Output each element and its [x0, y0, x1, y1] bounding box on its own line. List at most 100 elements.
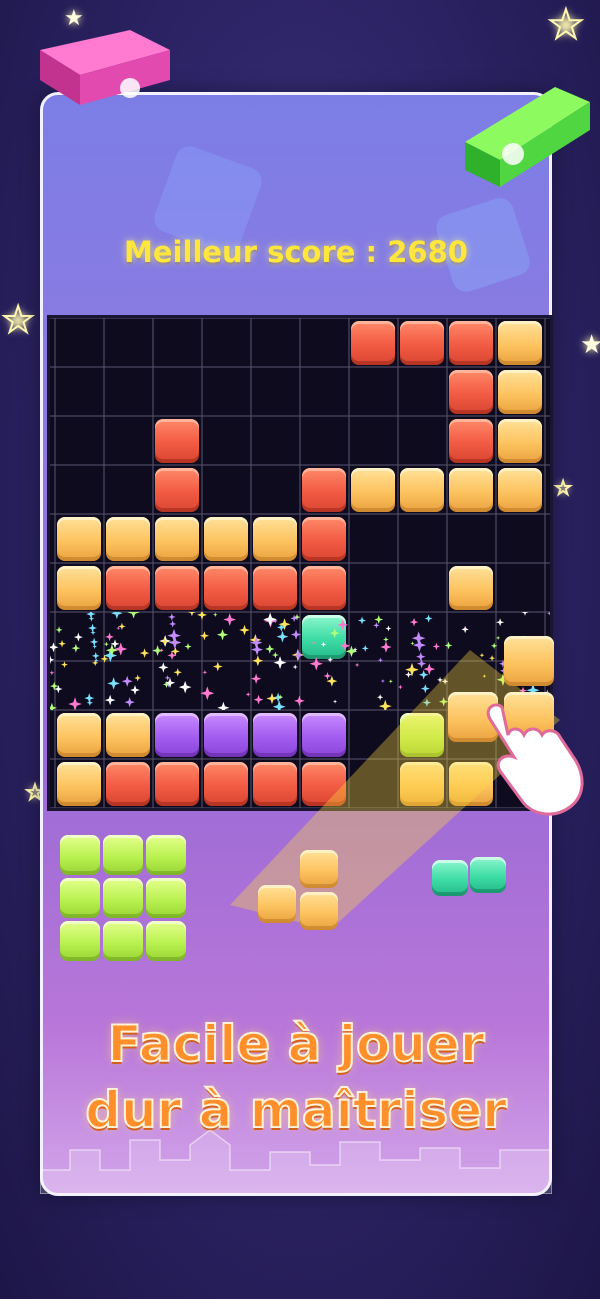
- sparkle: [199, 631, 210, 641]
- green-block-icon: [465, 87, 590, 187]
- sparkle: [263, 612, 277, 627]
- star-icon: ★: [554, 477, 572, 500]
- piece-lime-tile[interactable]: [146, 835, 186, 875]
- sparkle: [55, 626, 63, 634]
- board-tile-purple: [253, 713, 297, 757]
- sparkle: [184, 642, 192, 651]
- sparkle: [273, 656, 287, 670]
- piece-teal-tile[interactable]: [470, 857, 506, 893]
- sparkle: [354, 662, 360, 668]
- board-tile-red: [106, 762, 150, 806]
- board-tile-orange: [498, 321, 542, 365]
- board-tile-orange: [351, 468, 395, 512]
- sparkle: [90, 629, 96, 636]
- board-tile-red: [155, 419, 199, 463]
- board-tile-orange: [204, 517, 248, 561]
- board-tile-red: [204, 566, 248, 610]
- sparkle: [50, 655, 55, 665]
- sparkle: [124, 697, 135, 708]
- sparkle: [496, 618, 505, 627]
- piece-teal-tile[interactable]: [432, 860, 468, 896]
- board-tile-red: [449, 370, 493, 414]
- board-tile-red: [351, 321, 395, 365]
- sparkle: [374, 615, 384, 624]
- sparkle: [217, 701, 230, 710]
- piece-orange-tile[interactable]: [300, 892, 338, 930]
- piece-lime-tile[interactable]: [103, 835, 143, 875]
- sparkle: [547, 612, 550, 616]
- piece-orange-tile[interactable]: [258, 885, 296, 923]
- slogan-line-1: Facile à jouer: [106, 1014, 485, 1074]
- sparkle: [323, 671, 332, 680]
- sparkle: [197, 612, 208, 620]
- sparkle: [58, 639, 66, 648]
- sparkle: [420, 684, 430, 694]
- board-tile-orange: [57, 517, 101, 561]
- sparkle: [380, 641, 392, 653]
- sparkle: [416, 651, 426, 662]
- sparkle: [388, 679, 393, 684]
- sparkle: [223, 613, 237, 626]
- sparkle: [272, 700, 286, 710]
- sparkle: [121, 675, 133, 687]
- board-tile-orange: [57, 566, 101, 610]
- sparkle: [88, 615, 95, 622]
- sparkle: [239, 624, 250, 636]
- star-icon: ★: [580, 330, 600, 360]
- board-tile-purple: [204, 713, 248, 757]
- piece-lime-tile[interactable]: [146, 921, 186, 961]
- board-tile-red: [302, 517, 346, 561]
- board-tile-red: [302, 762, 346, 806]
- piece-lime-tile[interactable]: [60, 835, 100, 875]
- sparkle: [327, 656, 334, 663]
- sparkle: [294, 695, 305, 707]
- sparkle: [178, 680, 192, 694]
- piece-lime-tile[interactable]: [103, 921, 143, 961]
- board-tile-red: [253, 566, 297, 610]
- board-tile-red: [204, 762, 248, 806]
- sparkle: [88, 623, 97, 633]
- sparkle: [139, 648, 150, 658]
- sparkle: [252, 655, 264, 667]
- board-tile-red: [302, 468, 346, 512]
- sparkle: [104, 694, 116, 706]
- sparkle: [337, 619, 349, 631]
- piece-lime-tile[interactable]: [146, 878, 186, 918]
- sparkle: [292, 664, 298, 670]
- sparkle: [92, 644, 98, 649]
- piece-lime-tile[interactable]: [103, 878, 143, 918]
- sparkle: [61, 661, 68, 669]
- piece-lime-tile[interactable]: [60, 878, 100, 918]
- sparkle: [398, 684, 403, 690]
- board-tile-orange: [400, 468, 444, 512]
- star-icon: ★: [547, 1, 585, 49]
- sparkle: [168, 613, 176, 621]
- sparkle: [461, 625, 469, 634]
- piece-lime-tile[interactable]: [60, 921, 100, 961]
- sparkle: [377, 657, 383, 663]
- sparkle: [68, 697, 82, 710]
- piece-orange-tile[interactable]: [300, 850, 338, 888]
- sparkle: [168, 635, 182, 650]
- board-tile-red: [155, 468, 199, 512]
- sparkle: [272, 651, 279, 659]
- best-score: Meilleur score : 2680: [124, 235, 468, 269]
- sparkle: [418, 669, 429, 680]
- sparkle: [332, 699, 338, 704]
- sparkle: [50, 642, 59, 653]
- board-tile-orange: [57, 762, 101, 806]
- sparkle: [200, 686, 215, 701]
- board-tile-orange: [155, 517, 199, 561]
- sparkle: [187, 612, 197, 617]
- board-tile-orange: [498, 468, 542, 512]
- sparkle: [422, 698, 432, 707]
- sparkle: [50, 670, 55, 676]
- board-tile-red: [253, 762, 297, 806]
- sparkle: [118, 622, 126, 631]
- sparkle: [265, 644, 275, 654]
- board-tile-orange: [498, 419, 542, 463]
- board-tile-orange: [449, 468, 493, 512]
- board-tile-red: [155, 566, 199, 610]
- sparkle: [105, 632, 114, 642]
- slogan: Facile à jouer dur à maîtriser: [43, 1011, 549, 1143]
